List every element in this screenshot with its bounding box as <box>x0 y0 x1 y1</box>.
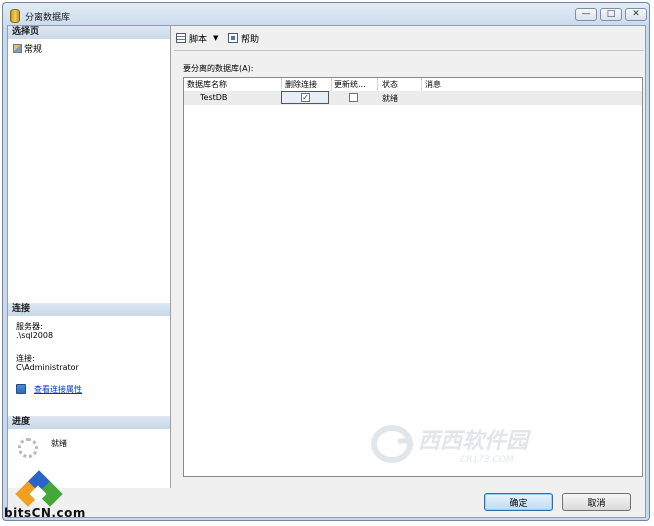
column-divider[interactable] <box>377 78 378 91</box>
column-divider[interactable] <box>281 78 282 91</box>
column-header-status[interactable]: 状态 <box>382 79 420 90</box>
server-value: .\sql2008 <box>16 331 54 340</box>
left-pane: 选择页 常规 连接 服务器: .\sql2008 连接: C\Administr… <box>8 26 171 488</box>
column-divider[interactable] <box>421 78 422 91</box>
progress-status: 就绪 <box>51 439 67 448</box>
grid-header: 数据库名称 删除连接 更新统... 状态 消息 <box>184 78 642 92</box>
watermark-subtext: CR173.COM <box>460 455 514 465</box>
cancel-button[interactable]: 取消 <box>562 493 631 511</box>
general-page-icon <box>13 44 22 53</box>
databases-grid: 数据库名称 删除连接 更新统... 状态 消息 TestDB ✓ 就绪 <box>183 77 643 477</box>
connection-label: 连接: <box>16 354 35 363</box>
ok-button[interactable]: 确定 <box>484 493 553 511</box>
help-icon <box>228 33 238 43</box>
database-icon <box>10 9 20 23</box>
maximize-button[interactable]: □ <box>600 8 622 21</box>
chevron-down-icon[interactable]: ▼ <box>213 34 218 42</box>
progress-header: 进度 <box>8 416 170 429</box>
page-item-general[interactable]: 常规 <box>13 42 43 55</box>
status-cell: 就绪 <box>382 94 398 103</box>
script-button[interactable]: 脚本 ▼ <box>176 31 218 45</box>
drop-connections-checkbox[interactable]: ✓ <box>301 93 310 102</box>
table-row[interactable]: TestDB ✓ 就绪 <box>184 91 642 105</box>
grid-caption: 要分离的数据库(A): <box>183 64 254 73</box>
help-label: 帮助 <box>241 34 260 45</box>
page-item-label: 常规 <box>24 45 43 55</box>
close-button[interactable]: ✕ <box>625 8 647 21</box>
bitscn-logo-text: bitsCN.com <box>4 506 86 520</box>
connection-header: 连接 <box>8 303 170 316</box>
toolbar: 脚本 ▼ 帮助 <box>174 28 644 48</box>
select-page-header: 选择页 <box>8 26 170 39</box>
column-header-message[interactable]: 消息 <box>425 79 485 90</box>
progress-spinner-icon <box>18 438 38 458</box>
column-header-update-statistics[interactable]: 更新统... <box>334 79 377 90</box>
site-watermark: 西西软件园 CR173.COM <box>371 425 532 465</box>
script-icon <box>176 33 186 43</box>
window-title: 分离数据库 <box>25 13 71 23</box>
toolbar-divider <box>174 50 644 51</box>
view-connection-properties-link[interactable]: 查看连接属性 <box>34 384 82 395</box>
drop-connections-cell[interactable]: ✓ <box>281 91 329 104</box>
column-header-drop-connections[interactable]: 删除连接 <box>285 79 331 90</box>
update-statistics-checkbox[interactable] <box>349 93 358 102</box>
database-name-cell: TestDB <box>200 93 228 102</box>
connection-properties-icon <box>16 384 26 394</box>
column-divider[interactable] <box>331 78 332 91</box>
connection-value: C\Administrator <box>16 363 79 372</box>
script-label: 脚本 <box>189 34 208 45</box>
title-bar[interactable]: 分离数据库 — □ ✕ <box>3 3 649 27</box>
server-label: 服务器: <box>16 322 43 331</box>
watermark-text: 西西软件园 <box>418 429 532 454</box>
help-button[interactable]: 帮助 <box>228 31 259 45</box>
minimize-button[interactable]: — <box>575 8 597 21</box>
column-header-database-name[interactable]: 数据库名称 <box>187 79 282 90</box>
